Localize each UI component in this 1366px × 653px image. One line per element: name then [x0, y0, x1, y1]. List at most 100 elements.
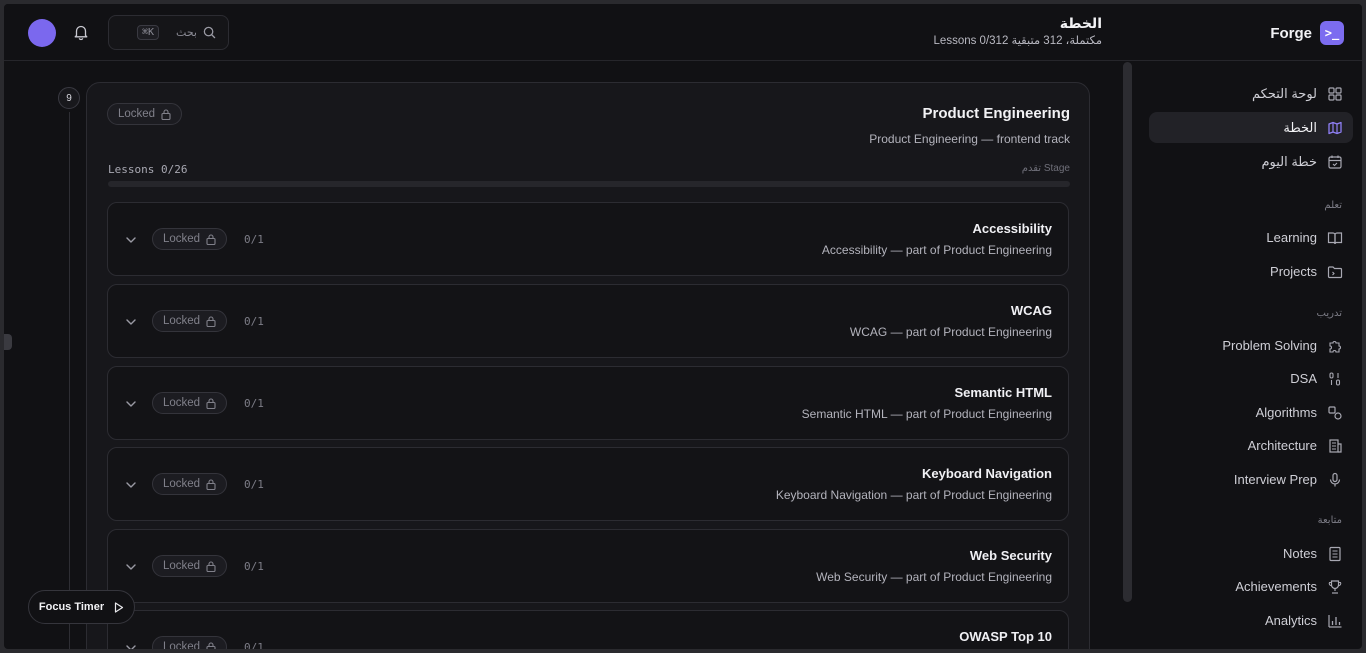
sidebar-item-dsa[interactable]: DSA [1149, 363, 1353, 394]
chevron-down-icon[interactable] [124, 233, 138, 247]
brand-name: Forge [1270, 24, 1312, 42]
stage-progress-caption: تقدم Stage [1021, 163, 1070, 174]
puzzle-icon [1329, 340, 1341, 353]
resize-handle[interactable] [4, 334, 12, 350]
sidebar-section-learn: تعلم [1324, 200, 1342, 211]
notes-icon [1329, 546, 1341, 561]
lesson-count: 0/1 [244, 315, 264, 328]
status-label: Locked [118, 108, 156, 120]
building-icon [1329, 438, 1342, 453]
stage-progress-label: Lessons 0/26 [108, 163, 188, 176]
brand[interactable]: >_ Forge [1270, 20, 1344, 46]
sidebar-item-today-plan[interactable]: خطة اليوم [1149, 146, 1353, 177]
sidebar-item-analytics[interactable]: Analytics [1149, 605, 1353, 636]
lock-icon [206, 560, 216, 572]
chevron-down-icon[interactable] [124, 315, 138, 329]
lesson-status-badge: Locked [152, 392, 228, 414]
search-button[interactable]: ⌘K بحث [108, 15, 229, 50]
sidebar-item-label: Projects [1270, 264, 1317, 279]
sidebar-item-plan[interactable]: الخطة [1149, 112, 1353, 143]
chart-icon [1328, 614, 1342, 628]
mic-icon [1329, 472, 1341, 486]
lock-icon [206, 233, 216, 245]
lesson-row[interactable]: WCAG WCAG — part of Product Engineering Lo… [107, 284, 1069, 358]
sidebar-item-notes[interactable]: Notes [1149, 538, 1353, 569]
stage-description: Product Engineering — frontend track [869, 132, 1070, 146]
lesson-title: Semantic HTML [954, 385, 1052, 400]
sidebar-item-label: Algorithms [1255, 405, 1317, 420]
lesson-count: 0/1 [244, 397, 264, 410]
lesson-title: Keyboard Navigation [921, 466, 1052, 481]
binary-icon [1329, 371, 1341, 386]
search-label: بحث [176, 27, 197, 39]
lesson-description: WCAG — part of Product Engineering [849, 325, 1052, 339]
chevron-down-icon[interactable] [124, 641, 138, 649]
lock-icon [206, 641, 216, 649]
status-label: Locked [163, 397, 201, 409]
sidebar-item-problem-solving[interactable]: Problem Solving [1149, 330, 1353, 361]
sidebar-item-label: خطة اليوم [1261, 153, 1317, 169]
header: >_ Forge الخطة Lessons 0/312 مكتملة، 312… [4, 4, 1362, 61]
focus-timer-label: Focus Timer [38, 601, 105, 613]
folder-icon [1327, 265, 1343, 278]
lesson-row[interactable]: Keyboard Navigation Keyboard Navigation —… [107, 447, 1069, 521]
lesson-description: Semantic HTML — part of Product Engineer… [801, 407, 1052, 421]
sidebar-item-interview-prep[interactable]: Interview Prep [1149, 464, 1353, 495]
sidebar-item-projects[interactable]: Projects [1149, 256, 1353, 287]
lesson-row[interactable]: OWASP Top 10 Locked 0/1 [107, 610, 1069, 649]
sidebar-item-label: Architecture [1247, 438, 1317, 453]
chevron-down-icon[interactable] [124, 560, 138, 574]
shapes-icon [1328, 405, 1342, 420]
sidebar-item-architecture[interactable]: Architecture [1149, 430, 1353, 461]
lesson-count: 0/1 [244, 233, 264, 246]
sidebar-item-achievements[interactable]: Achievements [1149, 571, 1353, 602]
stage-number: 9 [58, 87, 80, 109]
chevron-down-icon[interactable] [124, 397, 138, 411]
lesson-status-badge: Locked [152, 473, 228, 495]
search-shortcut: ⌘K [137, 25, 160, 40]
status-label: Locked [163, 233, 201, 245]
lesson-row[interactable]: Semantic HTML Semantic HTML — part of Pro… [107, 366, 1069, 440]
sidebar-item-label: Achievements [1235, 579, 1317, 594]
lesson-count: 0/1 [244, 560, 264, 573]
chevron-down-icon[interactable] [124, 478, 138, 492]
brand-logo: >_ [1320, 21, 1344, 45]
bell-icon[interactable] [72, 23, 90, 41]
lock-icon [206, 478, 216, 490]
lesson-description: Keyboard Navigation — part of Product En… [775, 488, 1052, 502]
lock-icon [206, 315, 216, 327]
sidebar-item-learning[interactable]: Learning [1149, 222, 1353, 253]
stage-card: Product Engineering Product Engineering … [86, 82, 1090, 649]
lesson-status-badge: Locked [152, 310, 228, 332]
sidebar-item-label: لوحة التحكم [1251, 85, 1317, 101]
lesson-title: Accessibility [972, 221, 1053, 236]
lesson-description: Accessibility — part of Product Engineer… [821, 243, 1052, 257]
sidebar-item-label: Notes [1283, 546, 1317, 561]
sidebar-item-dashboard[interactable]: لوحة التحكم [1149, 78, 1353, 109]
stage-title: Product Engineering [922, 105, 1070, 122]
main-scrollbar[interactable] [1123, 62, 1132, 602]
sidebar-item-label: الخطة [1283, 119, 1317, 135]
status-label: Locked [163, 315, 201, 327]
sidebar-item-label: Interview Prep [1233, 472, 1317, 487]
lesson-status-badge: Locked [152, 636, 228, 649]
timeline-line [69, 112, 70, 649]
sidebar-item-label: Problem Solving [1222, 338, 1317, 353]
map-icon [1328, 121, 1342, 134]
dashboard-icon [1328, 86, 1342, 101]
status-label: Locked [163, 478, 201, 490]
lesson-count: 0/1 [244, 478, 264, 491]
lock-icon [161, 108, 171, 120]
lesson-row[interactable]: Accessibility Accessibility — part of Pro… [107, 202, 1069, 276]
status-label: Locked [163, 641, 201, 649]
focus-timer-button[interactable]: Focus Timer [28, 590, 135, 624]
lesson-row[interactable]: Web Security Web Security — part of Produ… [107, 529, 1069, 603]
sidebar-item-algorithms[interactable]: Algorithms [1149, 397, 1353, 428]
avatar[interactable] [28, 19, 56, 47]
sidebar-section-practice: تدريب [1316, 308, 1342, 319]
app-window: >_ Forge الخطة Lessons 0/312 مكتملة، 312… [4, 4, 1362, 649]
status-label: Locked [163, 560, 201, 572]
lesson-description: Web Security — part of Product Engineeri… [816, 570, 1052, 584]
trophy-icon [1328, 579, 1342, 594]
sidebar-item-label: DSA [1290, 371, 1317, 386]
